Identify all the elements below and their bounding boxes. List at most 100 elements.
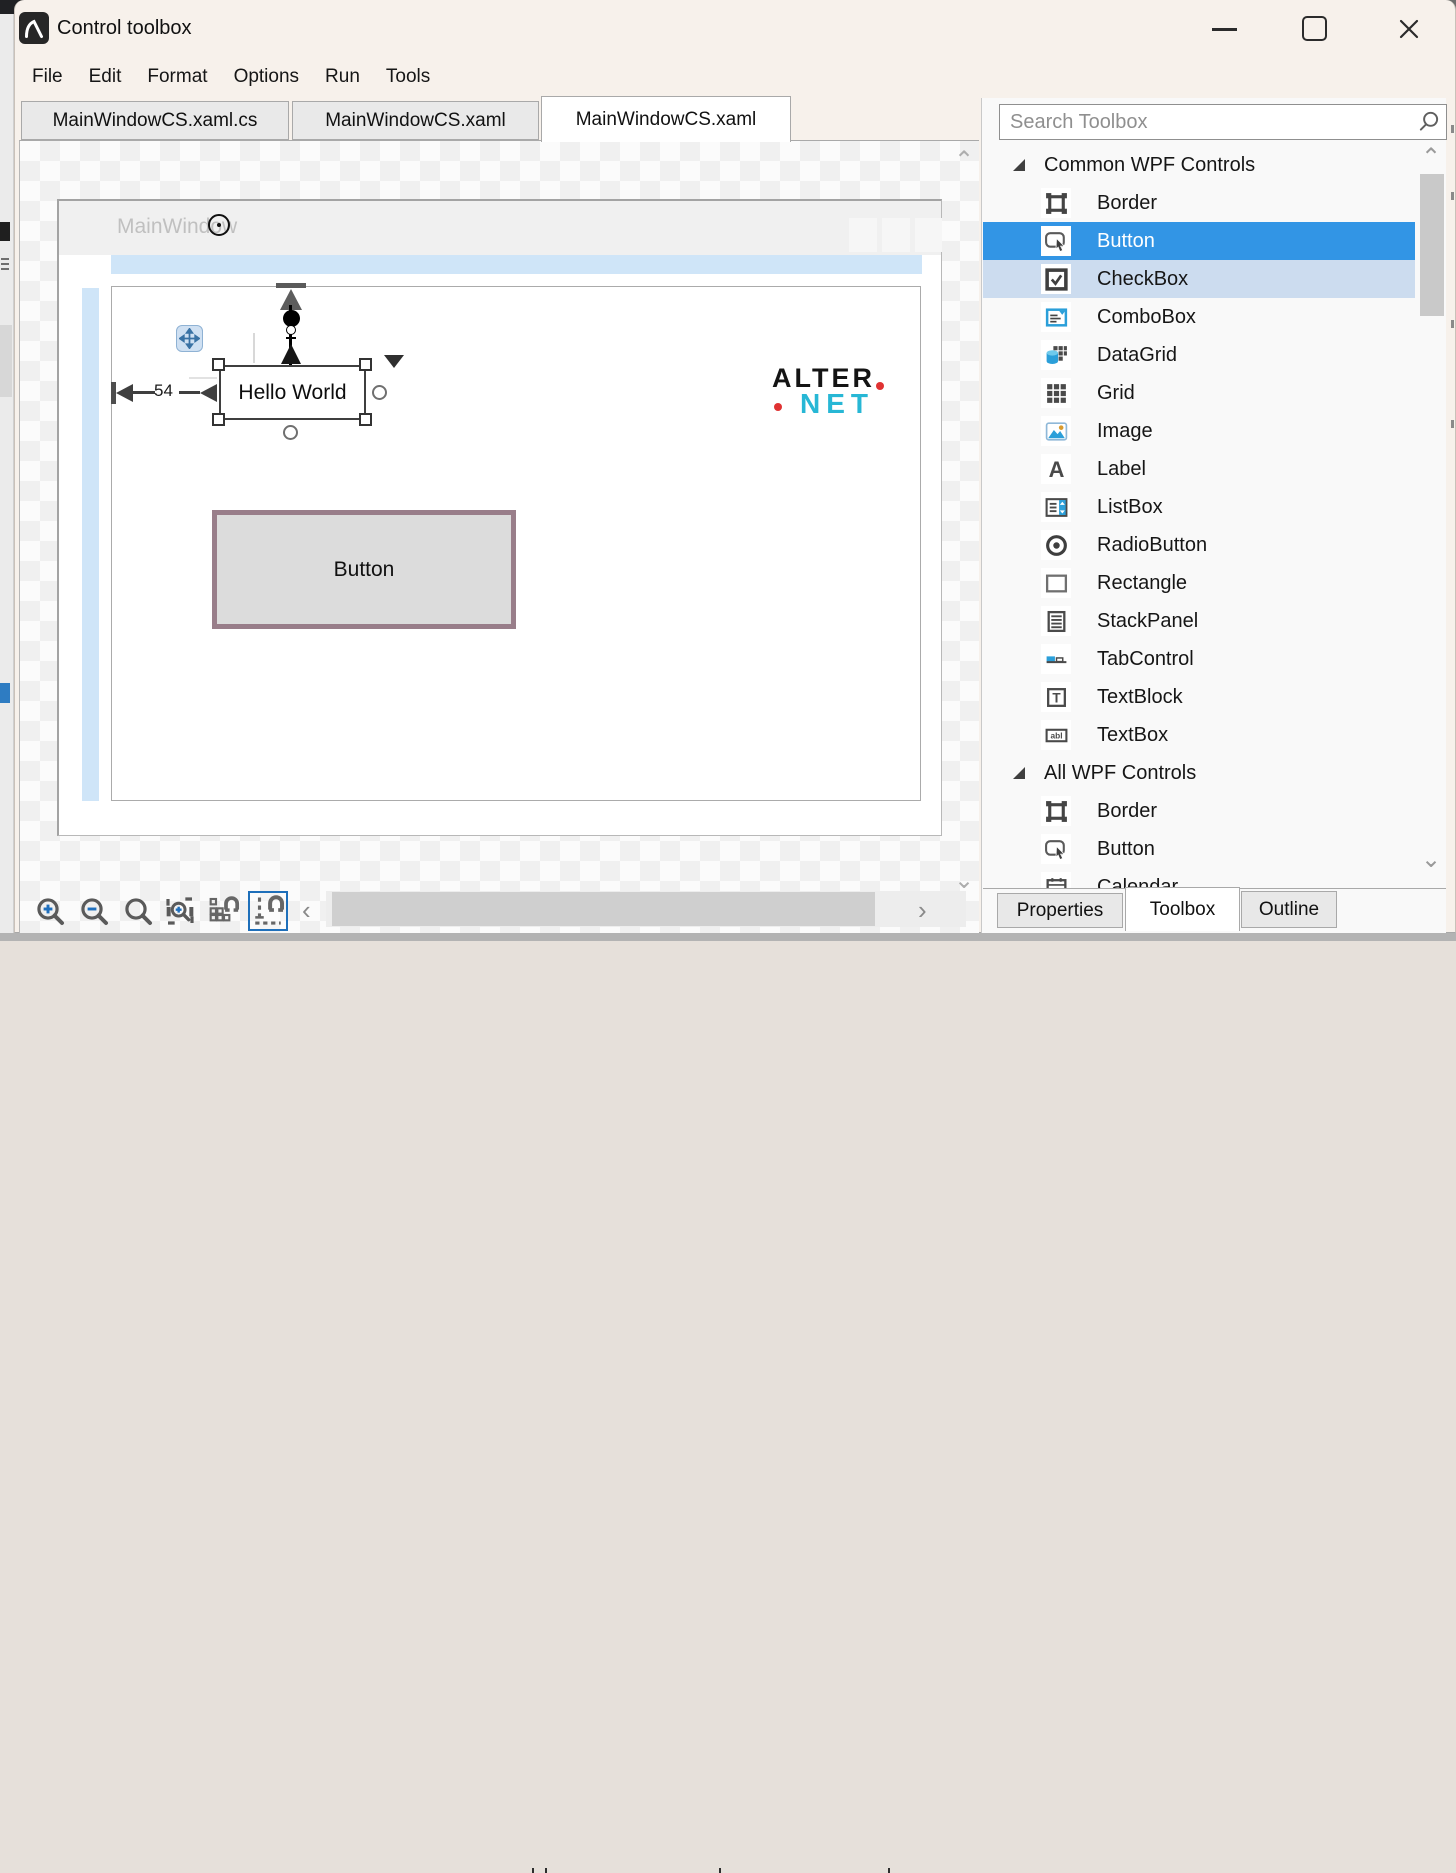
border-icon (1041, 188, 1071, 218)
minimize-button[interactable] (1212, 28, 1237, 31)
toolbox-item-radiobutton[interactable]: RadioButton (983, 526, 1415, 564)
snap-to-guides-button[interactable] (248, 891, 288, 931)
toolbox-item-listbox[interactable]: ListBox (983, 488, 1415, 526)
zoom-out-icon (78, 895, 110, 927)
ghost-minimize (849, 218, 877, 252)
move-handle[interactable] (176, 325, 203, 352)
zoom-100-button[interactable] (120, 893, 156, 929)
app-logo-icon (19, 12, 49, 44)
margin-value-label: 54 (154, 381, 173, 401)
zoom-in-button[interactable] (32, 893, 68, 929)
close-button[interactable] (1394, 14, 1424, 44)
margin-line (133, 391, 155, 394)
tabcontrol-icon (1041, 644, 1071, 674)
toolbox-item-button[interactable]: Button (983, 222, 1415, 260)
horizontal-scrollbar-thumb[interactable] (332, 892, 875, 926)
menu-item-options[interactable]: Options (221, 60, 312, 94)
rectangle-icon (1041, 568, 1071, 598)
toolbox-group-all-wpf-controls[interactable]: All WPF Controls (983, 754, 1415, 792)
panel-tab-outline[interactable]: Outline (1241, 891, 1337, 928)
zoom-in-icon (34, 895, 66, 927)
expander-icon[interactable] (1013, 159, 1025, 171)
menu-bar: FileEditFormatOptionsRunTools (19, 56, 443, 98)
toolbox-item-label: Border (1097, 192, 1157, 215)
anchor-top-bar (276, 283, 306, 288)
grid-row-highlight (111, 255, 922, 274)
tree-scroll-up-chevron[interactable]: ⌃ (1421, 146, 1441, 170)
toolbox-group-common-wpf-controls[interactable]: Common WPF Controls (983, 146, 1415, 184)
toolbox-item-image[interactable]: Image (983, 412, 1415, 450)
toolbox-item-button[interactable]: Button (983, 830, 1415, 868)
zoom-fit-icon (164, 895, 196, 927)
menu-item-tools[interactable]: Tools (373, 60, 443, 94)
panel-tab-properties[interactable]: Properties (997, 893, 1123, 928)
search-input[interactable] (1000, 111, 1412, 134)
panel-tab-toolbox[interactable]: Toolbox (1125, 887, 1240, 931)
svg-text:T: T (1052, 690, 1061, 705)
resize-handle-bottom-left[interactable] (212, 413, 225, 426)
menu-item-file[interactable]: File (19, 60, 76, 94)
scroll-up-chevron[interactable]: ⌃ (954, 149, 974, 173)
adorner-dropdown-arrow[interactable] (384, 355, 404, 368)
doc-tab-2[interactable]: MainWindowCS.xaml (292, 101, 539, 140)
resize-handle-bottom-right[interactable] (359, 413, 372, 426)
menu-item-edit[interactable]: Edit (76, 60, 135, 94)
button-element-label: Button (334, 558, 395, 582)
button-element[interactable]: Button (212, 510, 516, 629)
toolbox-item-label: ListBox (1097, 496, 1163, 519)
zoom-fit-button[interactable] (162, 893, 198, 929)
resize-handle-right[interactable] (372, 385, 387, 400)
toolbox-item-label: Grid (1097, 382, 1135, 405)
scroll-down-chevron[interactable]: ⌄ (954, 869, 974, 893)
toolbox-item-datagrid[interactable]: DataGrid (983, 336, 1415, 374)
toolbox-item-calendar[interactable]: Calendar (983, 868, 1415, 889)
stackpanel-icon (1041, 606, 1071, 636)
resize-handle-top-left[interactable] (212, 358, 225, 371)
expander-icon[interactable] (1013, 767, 1025, 779)
margin-arrow-right (200, 384, 217, 402)
grid-icon (1041, 378, 1071, 408)
toolbox-item-textbox[interactable]: ablTextBox (983, 716, 1415, 754)
button-icon (1041, 834, 1071, 864)
designed-window[interactable]: MainWindow Hello World (57, 199, 942, 836)
zoom-out-button[interactable] (76, 893, 112, 929)
toolbox-item-label: Rectangle (1097, 572, 1187, 595)
toolbox-item-label: ComboBox (1097, 306, 1196, 329)
resize-handle-bottom[interactable] (283, 425, 298, 440)
anchor-arrow-lower (281, 344, 301, 364)
toolbox-item-checkbox[interactable]: CheckBox (983, 260, 1415, 298)
search-icon[interactable] (1412, 109, 1446, 135)
toolbox-item-rectangle[interactable]: Rectangle (983, 564, 1415, 602)
edge-mark (1451, 420, 1454, 428)
snap-guide-vertical (253, 333, 255, 363)
tree-scrollbar-thumb[interactable] (1420, 174, 1444, 316)
design-surface[interactable]: ⌃ ⌄ MainWindow Hello World (19, 140, 979, 933)
app-window: Control toolbox FileEditFormatOptionsRun… (14, 0, 1456, 933)
toolbox-item-label[interactable]: ALabel (983, 450, 1415, 488)
toolbox-item-label: Label (1097, 458, 1146, 481)
toolbox-item-label: Image (1097, 420, 1153, 443)
snap-to-grid-button[interactable] (206, 893, 242, 929)
hscroll-left-chevron[interactable]: ‹ (302, 897, 311, 923)
listbox-icon (1041, 492, 1071, 522)
hello-world-button[interactable]: Hello World (219, 365, 366, 420)
toolbox-item-textblock[interactable]: TTextBlock (983, 678, 1415, 716)
resize-handle-top-right[interactable] (359, 358, 372, 371)
border-icon (1041, 796, 1071, 826)
tree-scroll-down-chevron[interactable]: ⌄ (1421, 848, 1441, 872)
textblock-icon: T (1041, 682, 1071, 712)
toolbox-item-stackpanel[interactable]: StackPanel (983, 602, 1415, 640)
toolbox-tree: Common WPF ControlsBorderButtonCheckBoxC… (983, 146, 1446, 889)
hscroll-right-chevron[interactable]: › (918, 897, 927, 923)
doc-tab-3[interactable]: MainWindowCS.xaml (541, 96, 791, 142)
toolbox-item-tabcontrol[interactable]: TabControl (983, 640, 1415, 678)
toolbox-item-grid[interactable]: Grid (983, 374, 1415, 412)
doc-tab-1[interactable]: MainWindowCS.xaml.cs (21, 101, 289, 140)
maximize-button[interactable] (1302, 16, 1327, 41)
toolbox-item-border[interactable]: Border (983, 184, 1415, 222)
menu-item-run[interactable]: Run (312, 60, 373, 94)
toolbox-item-border[interactable]: Border (983, 792, 1415, 830)
anchor-point-adorner[interactable] (208, 214, 230, 236)
toolbox-item-combobox[interactable]: ComboBox (983, 298, 1415, 336)
menu-item-format[interactable]: Format (134, 60, 220, 94)
